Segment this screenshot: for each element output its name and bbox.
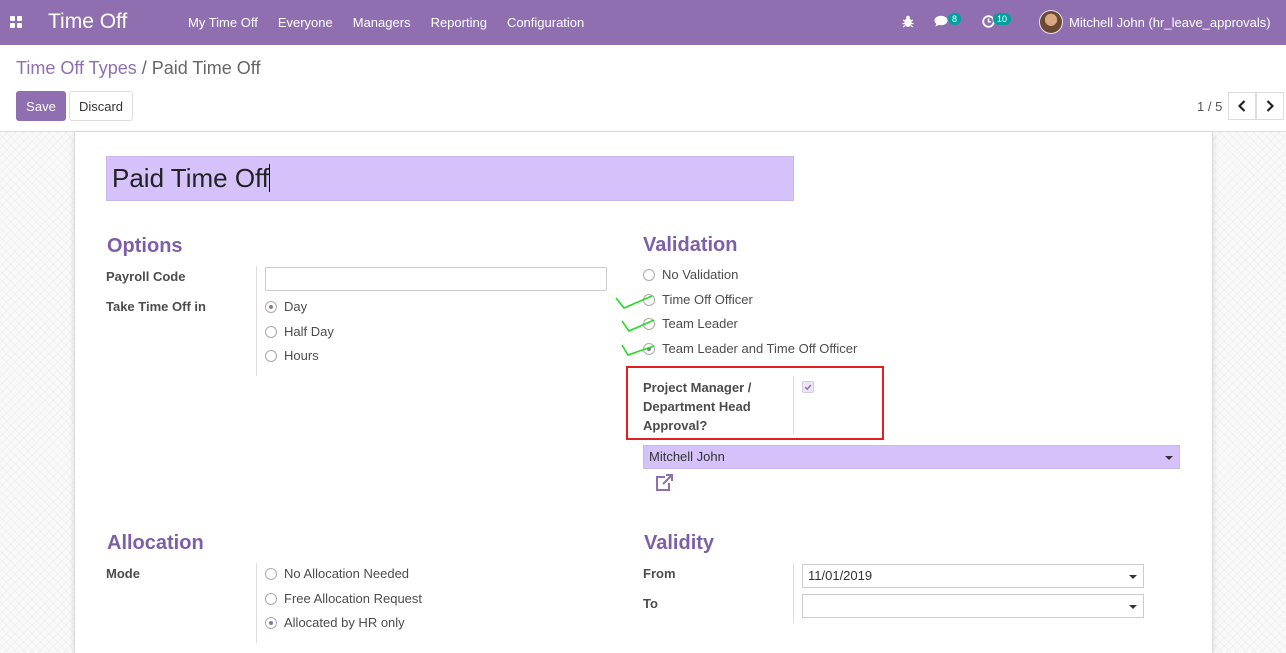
take-time-off-hours-radio[interactable]: Hours bbox=[265, 348, 319, 363]
take-time-off-label: Take Time Off in bbox=[106, 299, 206, 314]
validity-section-title: Validity bbox=[644, 532, 715, 554]
chevron-left-icon bbox=[1238, 100, 1246, 112]
validation-none-radio[interactable]: No Validation bbox=[643, 267, 738, 282]
breadcrumb-separator: / bbox=[141, 58, 147, 78]
dropdown-arrow-icon bbox=[1165, 456, 1173, 460]
responsible-user-select[interactable]: Mitchell John bbox=[643, 445, 1180, 469]
dropdown-arrow-icon bbox=[1129, 605, 1137, 609]
pager-next-button[interactable] bbox=[1256, 92, 1284, 120]
menu-item-my-time-off[interactable]: My Time Off bbox=[188, 15, 258, 30]
radio-label: Day bbox=[284, 299, 308, 314]
debug-bug-icon[interactable] bbox=[902, 15, 914, 28]
radio-button[interactable] bbox=[265, 567, 277, 580]
radio-label: No Validation bbox=[662, 267, 739, 282]
messages-chat-icon[interactable] bbox=[934, 15, 948, 27]
main-menu: My Time Off Everyone Managers Reporting … bbox=[188, 15, 604, 30]
radio-label: Half Day bbox=[284, 324, 334, 339]
from-date-value: 11/01/2019 bbox=[808, 568, 873, 583]
discard-button[interactable]: Discard bbox=[69, 91, 133, 121]
radio-label: Hours bbox=[284, 348, 319, 363]
take-time-off-day-radio[interactable]: Day bbox=[265, 299, 307, 314]
breadcrumb-current: Paid Time Off bbox=[151, 58, 261, 78]
pager-previous-button[interactable] bbox=[1228, 92, 1256, 120]
green-checkmark-annotation-icon bbox=[621, 344, 655, 356]
app-title: Time Off bbox=[48, 10, 128, 33]
to-label: To bbox=[643, 596, 658, 611]
menu-item-configuration[interactable]: Configuration bbox=[507, 15, 584, 30]
time-off-type-name-input[interactable]: Paid Time Off bbox=[106, 156, 794, 201]
validation-both-radio[interactable]: Team Leader and Time Off Officer bbox=[643, 341, 857, 356]
menu-item-managers[interactable]: Managers bbox=[353, 15, 411, 30]
apps-menu-icon[interactable] bbox=[10, 16, 22, 28]
validity-separator-line bbox=[793, 563, 794, 623]
top-navbar: Time Off My Time Off Everyone Managers R… bbox=[0, 0, 1286, 45]
user-menu[interactable]: Mitchell John (hr_leave_approvals) bbox=[1069, 15, 1271, 30]
allocation-free-request-radio[interactable]: Free Allocation Request bbox=[265, 591, 422, 606]
radio-label: No Allocation Needed bbox=[284, 566, 410, 581]
mode-label: Mode bbox=[106, 566, 140, 581]
green-checkmark-annotation-icon bbox=[615, 295, 653, 309]
responsible-user-value: Mitchell John bbox=[649, 449, 725, 464]
validation-officer-radio[interactable]: Time Off Officer bbox=[643, 292, 753, 307]
name-input-value: Paid Time Off bbox=[112, 163, 270, 193]
allocation-separator-line bbox=[256, 563, 257, 643]
radio-button[interactable] bbox=[265, 592, 277, 605]
radio-button[interactable] bbox=[265, 349, 277, 362]
text-caret bbox=[269, 164, 271, 192]
external-link-icon[interactable] bbox=[654, 474, 674, 492]
radio-button[interactable] bbox=[643, 268, 655, 281]
radio-label: Team Leader bbox=[662, 316, 738, 331]
options-separator-line bbox=[256, 266, 257, 376]
radio-label: Allocated by HR only bbox=[284, 615, 405, 630]
menu-item-reporting[interactable]: Reporting bbox=[431, 15, 487, 30]
activities-count-badge: 10 bbox=[993, 13, 1012, 25]
validation-section-title: Validation bbox=[643, 234, 738, 256]
user-avatar[interactable] bbox=[1039, 10, 1063, 34]
radio-label: Time Off Officer bbox=[662, 292, 753, 307]
radio-button-checked[interactable] bbox=[265, 300, 277, 313]
red-highlight-annotation bbox=[626, 366, 884, 440]
pager-value: 1 / 5 bbox=[1197, 99, 1223, 114]
payroll-code-label: Payroll Code bbox=[106, 269, 186, 284]
radio-button[interactable] bbox=[265, 325, 277, 338]
radio-label: Team Leader and Time Off Officer bbox=[662, 341, 858, 356]
radio-label: Free Allocation Request bbox=[284, 591, 423, 606]
save-button[interactable]: Save bbox=[16, 91, 66, 121]
validation-team-leader-radio[interactable]: Team Leader bbox=[643, 316, 738, 331]
green-checkmark-annotation-icon bbox=[621, 319, 655, 332]
validity-from-date-input[interactable]: 11/01/2019 bbox=[802, 564, 1144, 588]
breadcrumb-parent[interactable]: Time Off Types bbox=[16, 58, 137, 78]
payroll-code-input[interactable] bbox=[265, 267, 607, 291]
messages-count-badge: 8 bbox=[948, 13, 962, 25]
menu-item-everyone[interactable]: Everyone bbox=[278, 15, 333, 30]
take-time-off-half-day-radio[interactable]: Half Day bbox=[265, 324, 334, 339]
chevron-right-icon bbox=[1266, 100, 1274, 112]
from-label: From bbox=[643, 566, 676, 581]
dropdown-arrow-icon bbox=[1129, 575, 1137, 579]
options-section-title: Options bbox=[107, 235, 183, 257]
allocation-section-title: Allocation bbox=[107, 532, 204, 554]
breadcrumb: Time Off Types / Paid Time Off bbox=[16, 58, 260, 79]
validity-to-date-input[interactable] bbox=[802, 594, 1144, 618]
allocation-hr-only-radio[interactable]: Allocated by HR only bbox=[265, 615, 405, 630]
radio-button-checked[interactable] bbox=[265, 616, 277, 629]
allocation-none-radio[interactable]: No Allocation Needed bbox=[265, 566, 409, 581]
